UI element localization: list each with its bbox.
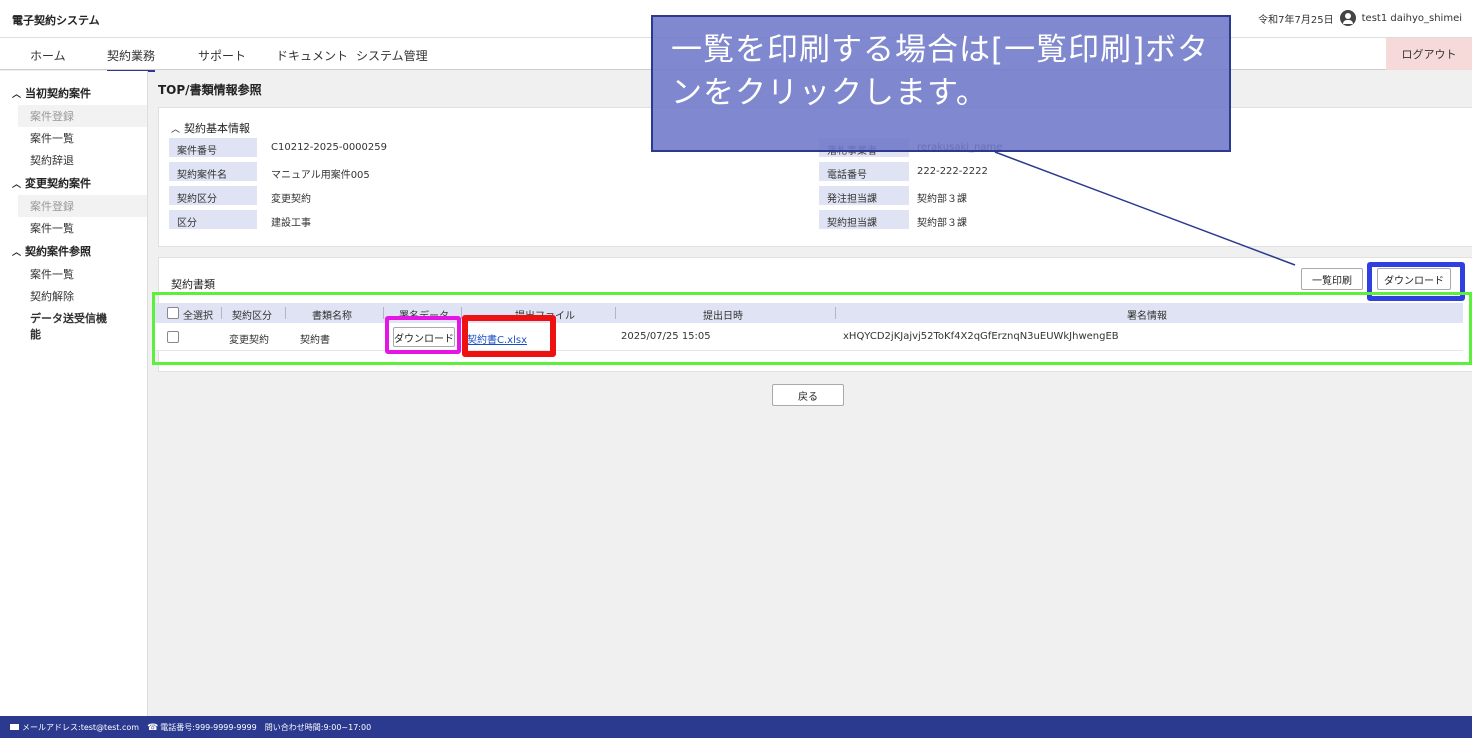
documents-table-header: 全選択 契約区分 書類名称 署名データ 提出ファイル 提出日時 署名情報 (155, 303, 1463, 323)
sidebar-section-label: 変更契約案件 (25, 177, 92, 190)
footer-phone-text: 電話番号:999-9999-9999 (160, 722, 257, 732)
sidebar-item-register[interactable]: 案件登録 (18, 105, 147, 127)
sidebar-section-initial[interactable]: ︿ 当初契約案件 (0, 81, 147, 105)
row-checkbox[interactable] (167, 331, 179, 343)
main-content: TOP/書類情報参照 ︿ 契約基本情報 案件番号 C10212-2025-0000… (148, 71, 1472, 716)
row-sign-info: xHQYCD2jKJajvj52ToKf4X2qGfErznqN3uEUWkJh… (843, 331, 1119, 342)
current-date: 令和7年7月25日 (1258, 14, 1334, 26)
sidebar-item-decline[interactable]: 契約辞退 (0, 149, 147, 171)
field-label: 案件番号 (169, 138, 257, 157)
footer-phone: ☎ 電話番号:999-9999-9999 (147, 722, 257, 733)
column-header-datetime: 提出日時 (703, 311, 743, 322)
sidebar-section-label: 当初契約案件 (25, 87, 92, 100)
field-label: 契約区分 (169, 186, 257, 205)
field-value: マニュアル用案件005 (271, 170, 370, 181)
column-divider (383, 307, 384, 319)
sidebar-item-cancel[interactable]: 契約解除 (0, 285, 147, 307)
chevron-up-icon: ︿ (12, 248, 22, 258)
mail-icon (10, 723, 19, 730)
submitted-file-link[interactable]: 契約書C.xlsx (467, 331, 527, 346)
field-value: 契約部３課 (917, 194, 967, 205)
column-divider (615, 307, 616, 319)
footer: メールアドレス:test@test.com ☎ 電話番号:999-9999-999… (0, 716, 1472, 738)
nav-system-admin[interactable]: システム管理 (356, 47, 428, 64)
column-divider (221, 307, 222, 319)
footer-mail: メールアドレス:test@test.com (10, 722, 139, 733)
print-list-button[interactable]: 一覧印刷 (1301, 268, 1363, 290)
chevron-up-icon: ︿ (12, 180, 22, 190)
select-all-checkbox[interactable] (167, 307, 179, 319)
field-value: 契約部３課 (917, 218, 967, 229)
download-button[interactable]: ダウンロード (1377, 268, 1451, 290)
column-header-kubun: 契約区分 (232, 311, 272, 322)
row-datetime: 2025/07/25 15:05 (621, 331, 711, 342)
field-value: 変更契約 (271, 194, 311, 205)
field-value: 222-222-2222 (917, 166, 988, 177)
column-header-sign-data: 署名データ (399, 311, 449, 322)
column-header-sign-info: 署名情報 (1127, 311, 1167, 322)
field-label: 電話番号 (819, 162, 909, 181)
sidebar-section-change[interactable]: ︿ 変更契約案件 (0, 171, 147, 195)
breadcrumb: TOP/書類情報参照 (158, 83, 262, 97)
sidebar-section-reference[interactable]: ︿ 契約案件参照 (0, 239, 147, 263)
field-value: 建設工事 (271, 218, 311, 229)
nav-support[interactable]: サポート (198, 47, 246, 64)
column-header-select-all[interactable]: 全選択 (183, 307, 213, 322)
sidebar-section-label: 契約案件参照 (25, 245, 92, 258)
sidebar-item-data-transfer[interactable]: データ送受信機能 (0, 307, 147, 345)
column-divider (835, 307, 836, 319)
field-value: C10212-2025-0000259 (271, 142, 387, 153)
instruction-callout: 一覧を印刷する場合は[一覧印刷]ボタンをクリックします。 (651, 15, 1231, 152)
field-label: 区分 (169, 210, 257, 229)
basic-info-title-label: 契約基本情報 (184, 122, 251, 135)
column-header-file: 提出ファイル (515, 311, 575, 322)
user-name[interactable]: test1 daihyo_shimei (1362, 13, 1462, 24)
field-label: 契約担当課 (819, 210, 909, 229)
basic-info-title[interactable]: ︿ 契約基本情報 (171, 120, 250, 136)
nav-home[interactable]: ホーム (30, 47, 66, 64)
field-label: 発注担当課 (819, 186, 909, 205)
app-title: 電子契約システム (12, 14, 100, 27)
nav-documents[interactable]: ドキュメント (276, 47, 348, 64)
phone-icon: ☎ (147, 722, 159, 733)
column-header-doc-name: 書類名称 (312, 311, 352, 322)
nav-contract[interactable]: 契約業務 (107, 47, 156, 72)
footer-mail-text: メールアドレス:test@test.com (22, 722, 140, 732)
documents-title: 契約書類 (171, 278, 215, 291)
sidebar-item-list[interactable]: 案件一覧 (0, 127, 147, 149)
user-icon[interactable] (1339, 10, 1356, 26)
footer-hours: 問い合わせ時間:9:00~17:00 (264, 722, 372, 732)
row-doc-name: 契約書 (300, 335, 330, 346)
sidebar-item-list[interactable]: 案件一覧 (0, 217, 147, 239)
row-kubun: 変更契約 (229, 335, 269, 346)
user-area: 令和7年7月25日 test1 daihyo_shimei (1258, 10, 1462, 26)
sign-data-download-button[interactable]: ダウンロード (393, 327, 455, 347)
column-divider (285, 307, 286, 319)
chevron-up-icon: ︿ (12, 90, 22, 100)
column-divider (461, 307, 462, 319)
chevron-up-icon: ︿ (171, 125, 181, 135)
sidebar: ︿ 当初契約案件 案件登録 案件一覧 契約辞退 ︿ 変更契約案件 案件登録 案件一覧… (0, 71, 148, 716)
back-button[interactable]: 戻る (772, 384, 844, 406)
sidebar-item-register[interactable]: 案件登録 (18, 195, 147, 217)
field-label: 契約案件名 (169, 162, 257, 181)
table-row: 変更契約 契約書 ダウンロード 契約書C.xlsx 2025/07/25 15:… (155, 323, 1463, 351)
logout-button[interactable]: ログアウト (1386, 38, 1472, 70)
sidebar-item-list[interactable]: 案件一覧 (0, 263, 147, 285)
